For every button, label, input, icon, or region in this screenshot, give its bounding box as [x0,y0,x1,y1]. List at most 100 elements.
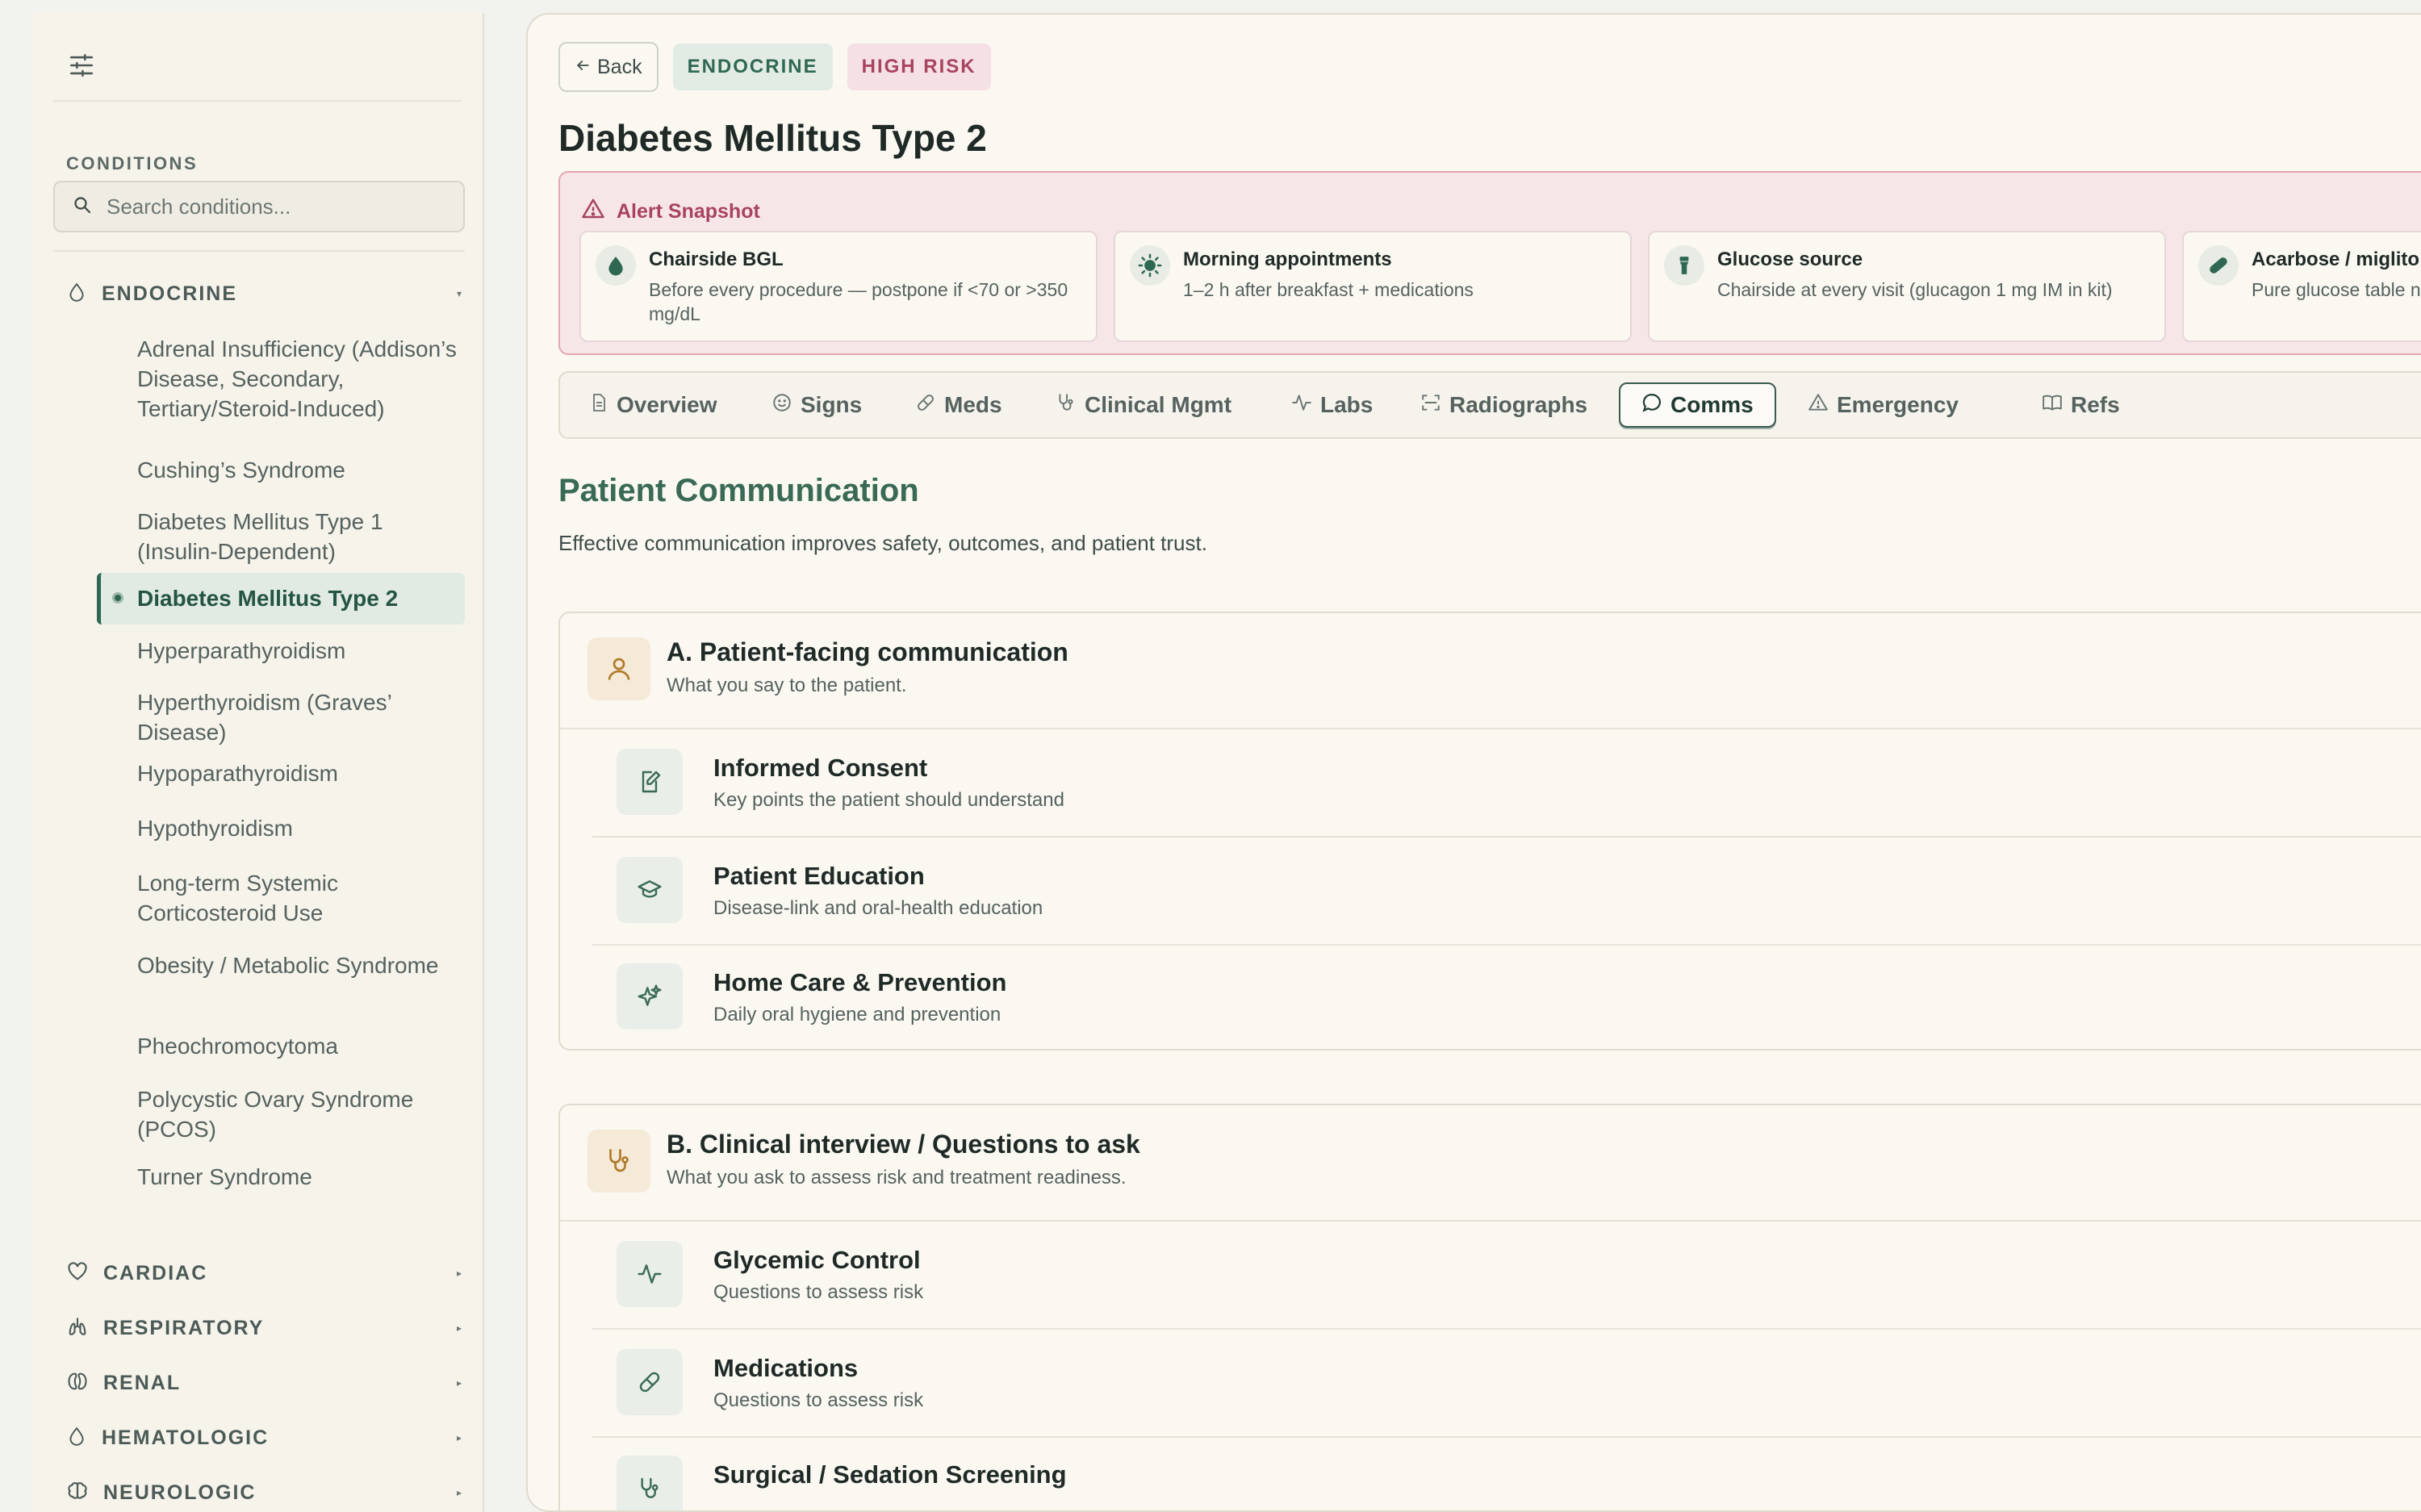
card-title: A. Patient-facing communication [667,637,1068,666]
caret-right-icon: ▸ [456,1322,462,1334]
tab-labs[interactable]: Labs [1291,382,1373,428]
caret-down-icon: ▾ [456,288,462,299]
tab-label: Clinical Mgmt [1085,392,1232,417]
sparkles-icon [617,963,683,1030]
caret-right-icon: ▸ [456,1377,462,1389]
card-item-patient-education[interactable]: Patient Education Disease-link and oral-… [592,837,2421,946]
divider [53,250,465,252]
alert-card: Morning appointments 1–2 h after breakfa… [1114,231,1632,342]
active-dot-icon [112,592,123,604]
tab-label: Signs [801,392,863,417]
back-label: Back [597,55,642,78]
page-title: Diabetes Mellitus Type 2 [558,117,987,159]
category-badge: ENDOCRINE [672,44,833,90]
card-item-surgical-screening[interactable]: Surgical / Sedation Screening [592,1436,2421,1510]
book-icon [2042,392,2063,419]
card-subtitle: What you ask to assess risk and treatmen… [667,1167,1127,1188]
header-row: Back ENDOCRINE HIGH RISK [558,42,991,92]
alert-card-title: Morning appointments [1183,249,1392,270]
card-item-glycemic-control[interactable]: Glycemic Control Questions to assess ris… [592,1222,2421,1330]
item-subtitle: Key points the patient should understand [713,789,1064,811]
condition-item-active[interactable]: Diabetes Mellitus Type 2 [97,573,465,624]
category-label: RESPIRATORY [103,1316,265,1339]
tab-meds[interactable]: Meds [915,382,1002,428]
condition-item[interactable]: Turner Syndrome [97,1160,465,1209]
risk-badge: HIGH RISK [847,44,991,90]
sliders-icon[interactable] [68,52,95,83]
card-header[interactable]: A. Patient-facing communication What you… [560,613,2421,729]
alert-card: Chairside BGL Before every procedure — p… [579,231,1098,342]
card-item-informed-consent[interactable]: Informed Consent Key points the patient … [592,729,2421,837]
flashlight-icon [1664,245,1704,286]
message-icon [1641,392,1662,419]
condition-item[interactable]: Hyperparathyroidism [97,624,465,678]
condition-item[interactable]: Obesity / Metabolic Syndrome [97,946,465,1026]
warning-icon [581,197,605,227]
category-label: NEUROLOGIC [103,1481,257,1504]
sun-icon [1130,245,1170,286]
lungs-icon [66,1315,89,1342]
condition-item[interactable]: Cushing’s Syndrome [97,452,465,507]
tab-comms[interactable]: Comms [1619,382,1776,428]
section-subtitle: Effective communication improves safety,… [558,531,1207,555]
condition-item[interactable]: Diabetes Mellitus Type 1 (Insulin-Depend… [97,507,465,573]
section-title: Patient Communication [558,473,919,508]
search-icon [73,195,92,219]
alert-card-title: Glucose source [1717,249,1863,270]
category-hematologic[interactable]: HEMATOLOGIC ▸ [66,1422,470,1454]
category-endocrine[interactable]: ENDOCRINE ▾ [66,278,470,310]
alert-card: Acarbose / miglito Pure glucose table no… [2182,231,2421,342]
scan-icon [1420,392,1441,419]
alert-snapshot: Alert Snapshot Chairside BGL Before ever… [558,171,2421,355]
category-cardiac[interactable]: CARDIAC ▸ [66,1257,470,1289]
tab-refs[interactable]: Refs [2042,382,2120,428]
condition-item[interactable]: Hyperthyroidism (Graves’ Disease) [97,678,465,758]
activity-icon [1291,392,1312,419]
tab-signs[interactable]: Signs [771,382,862,428]
card-item-home-care[interactable]: Home Care & Prevention Daily oral hygien… [592,944,2421,1050]
caret-right-icon: ▸ [456,1268,462,1279]
warning-icon [1808,392,1829,419]
tab-bar: Overview Signs Meds Clinical Mgmt Labs R… [558,371,2421,439]
condition-item[interactable]: Hypoparathyroidism [97,758,465,810]
stethoscope-icon [587,1130,650,1192]
tab-overview[interactable]: Overview [589,382,717,428]
item-title: Glycemic Control [713,1246,921,1274]
condition-item[interactable]: Polycystic Ovary Syndrome (PCOS) [97,1080,465,1160]
card-item-medications[interactable]: Medications Questions to assess risk [592,1330,2421,1438]
search-input[interactable] [105,193,447,220]
item-subtitle: Disease-link and oral-health education [713,897,1043,919]
card-title: B. Clinical interview / Questions to ask [667,1130,1140,1159]
brain-icon [66,1480,89,1506]
tab-emergency[interactable]: Emergency [1808,382,1959,428]
item-subtitle: Questions to assess risk [713,1389,924,1411]
category-neurologic[interactable]: NEUROLOGIC ▸ [66,1476,470,1509]
condition-item[interactable]: Pheochromocytoma [97,1026,465,1080]
alert-card-desc: Before every procedure — postpone if <70… [649,279,1068,324]
sidebar: CONDITIONS ENDOCRINE ▾ Adrenal Insuffici… [32,13,484,1512]
tab-label: Emergency [1837,392,1959,417]
caret-right-icon: ▸ [456,1432,462,1443]
condition-item[interactable]: Adrenal Insufficiency (Addison’s Disease… [97,329,465,452]
activity-icon [617,1241,683,1307]
condition-item[interactable]: Long-term Systemic Corticosteroid Use [97,863,465,946]
conditions-heading: CONDITIONS [66,153,199,173]
condition-list: Adrenal Insufficiency (Addison’s Disease… [97,329,465,1209]
tab-label: Comms [1670,392,1754,417]
card-header[interactable]: B. Clinical interview / Questions to ask… [560,1105,2421,1222]
card-patient-facing: A. Patient-facing communication What you… [558,612,2421,1050]
tab-clinical-mgmt[interactable]: Clinical Mgmt [1056,382,1231,428]
item-title: Surgical / Sedation Screening [713,1460,1067,1489]
back-button[interactable]: Back [558,42,659,92]
item-title: Informed Consent [713,754,928,782]
item-subtitle: Questions to assess risk [713,1281,924,1303]
category-respiratory[interactable]: RESPIRATORY ▸ [66,1312,470,1344]
tab-radiographs[interactable]: Radiographs [1420,382,1587,428]
search-box[interactable] [53,181,465,232]
item-title: Patient Education [713,862,925,890]
item-subtitle: Daily oral hygiene and prevention [713,1004,1001,1025]
category-renal[interactable]: RENAL ▸ [66,1367,470,1399]
condition-item[interactable]: Hypothyroidism [97,810,465,863]
category-label: HEMATOLOGIC [102,1426,270,1449]
alert-card-title: Chairside BGL [649,249,784,270]
